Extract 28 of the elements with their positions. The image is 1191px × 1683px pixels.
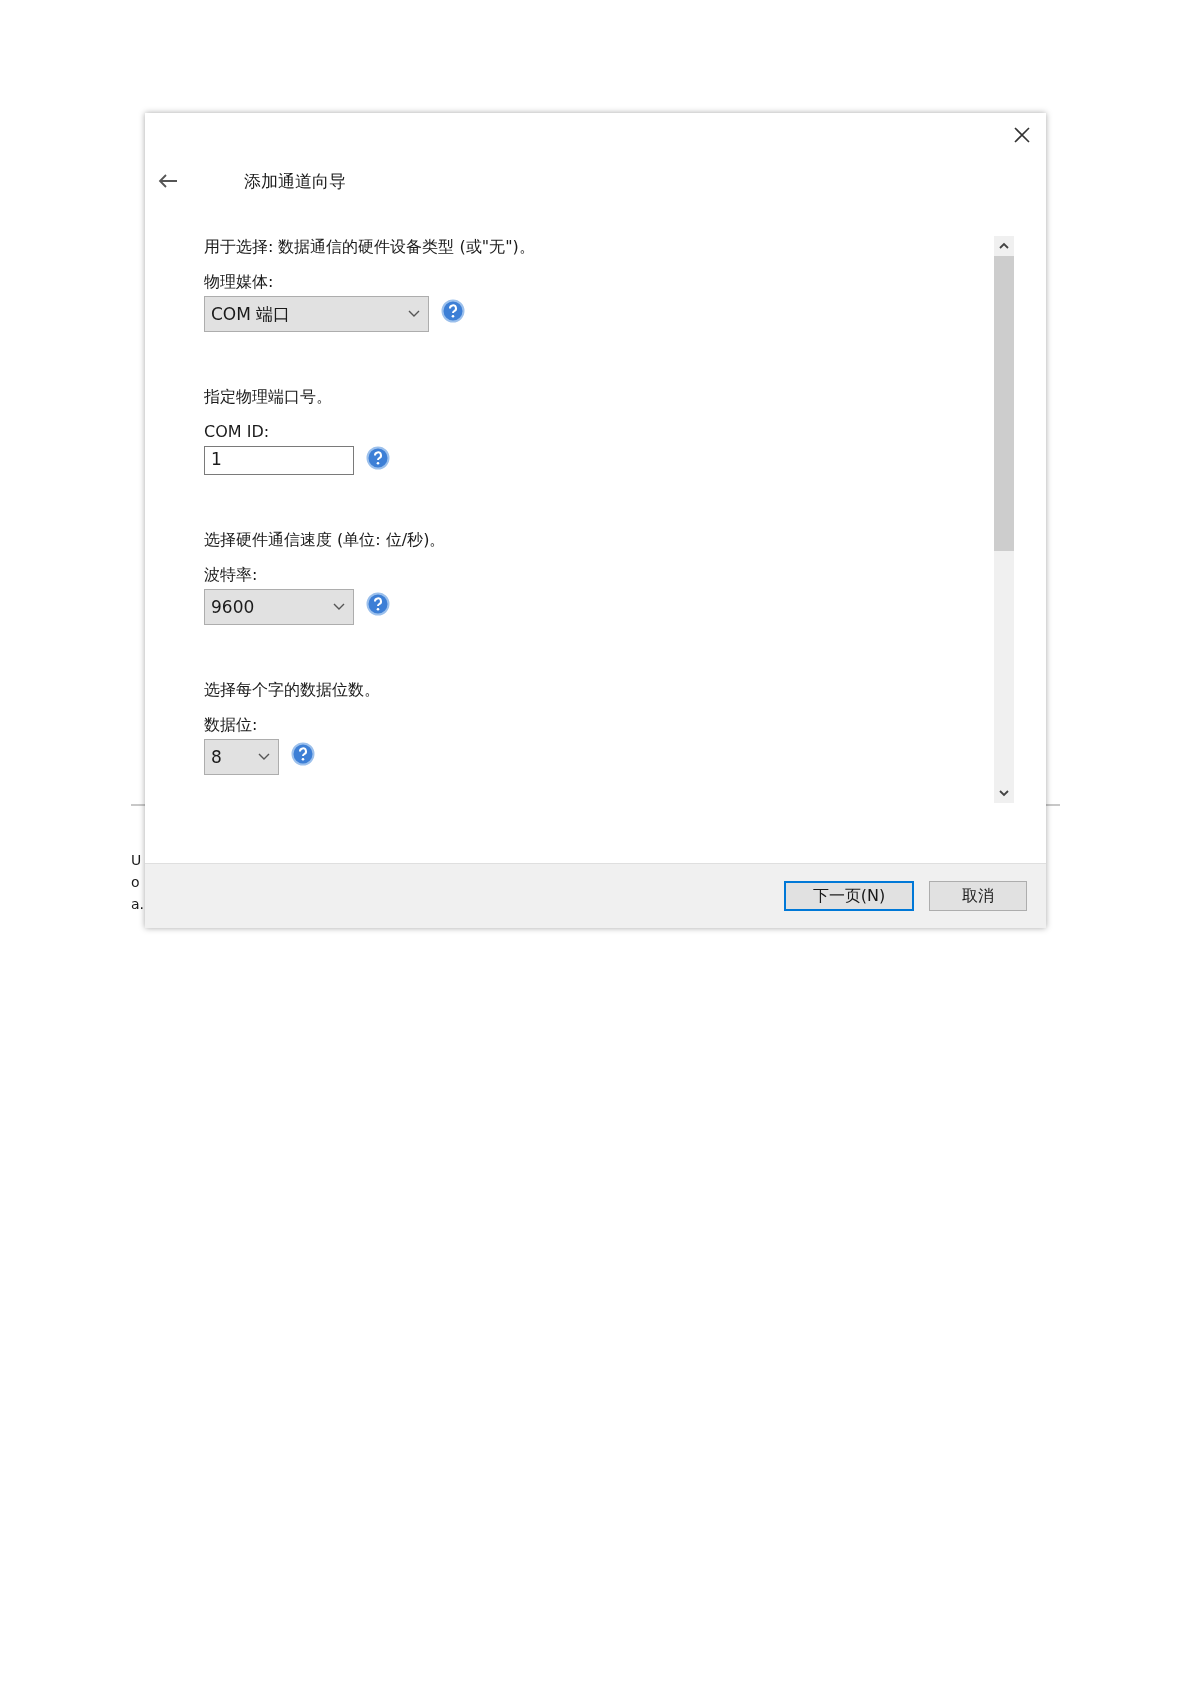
field-label: 物理媒体: [204,271,274,293]
background-text: U [131,852,143,868]
back-arrow-icon[interactable] [158,174,178,188]
field-label: 数据位: [204,714,258,736]
help-icon[interactable] [366,592,390,616]
dialog-button[interactable]: 下一页(N) [784,881,914,911]
background-text: a. [131,896,146,912]
dropdown[interactable]: 9600 [204,589,354,625]
scrollbar[interactable] [994,236,1014,803]
help-icon[interactable] [291,742,315,766]
help-icon[interactable] [366,445,390,470]
field-description: 指定物理端口号。 [204,386,332,408]
field-description: 选择硬件通信速度 (单位: 位/秒)。 [204,529,446,551]
field-description: 选择每个字的数据位数。 [204,679,380,701]
caret-icon [408,310,420,318]
dropdown[interactable]: COM 端口 [204,296,429,332]
input-field[interactable]: 1 [204,446,354,475]
field-label: COM ID: [204,421,270,443]
dialog-title: 添加通道向导 [244,169,346,193]
field-label: 波特率: [204,564,258,586]
help-icon[interactable] [441,299,465,323]
caret-icon [333,603,345,611]
close-icon[interactable] [1013,126,1031,144]
caret-icon [258,753,270,761]
field-description: 用于选择: 数据通信的硬件设备类型 (或"无")。 [204,236,535,258]
dialog-button[interactable]: 取消 [929,881,1027,911]
background-text: o [131,874,141,890]
dropdown[interactable]: 8 [204,739,279,775]
